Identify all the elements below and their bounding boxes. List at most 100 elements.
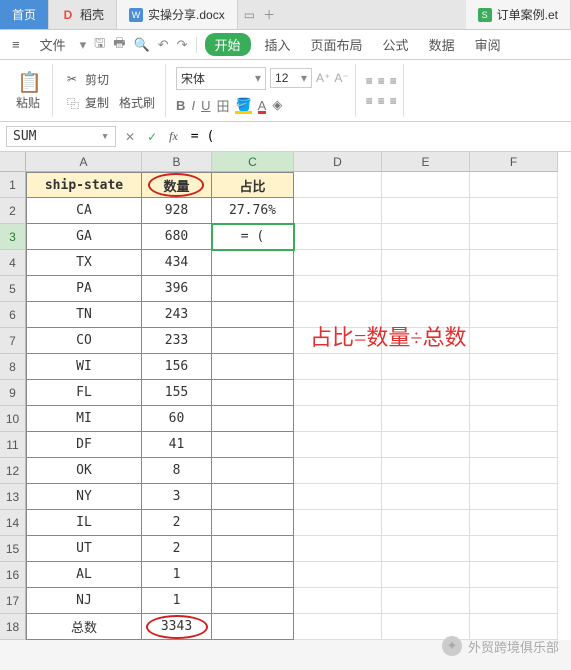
row-header-5[interactable]: 5 [0,276,26,302]
col-header-F[interactable]: F [470,152,558,172]
cell-A8[interactable]: WI [26,354,142,380]
cell-A12[interactable]: OK [26,458,142,484]
align-center-icon[interactable]: ≡ [378,94,385,108]
cell-D18[interactable] [294,614,382,640]
menu-start[interactable]: 开始 [205,33,251,56]
row-header-9[interactable]: 9 [0,380,26,406]
cell-E10[interactable] [382,406,470,432]
cell-D4[interactable] [294,250,382,276]
col-header-C[interactable]: C [212,152,294,172]
cell-D7[interactable] [294,328,382,354]
cell-C8[interactable] [212,354,294,380]
cell-A2[interactable]: CA [26,198,142,224]
cell-B18[interactable]: 3343 [142,614,212,640]
cell-C16[interactable] [212,562,294,588]
cell-F16[interactable] [470,562,558,588]
cell-A7[interactable]: CO [26,328,142,354]
cell-D8[interactable] [294,354,382,380]
cell-E11[interactable] [382,432,470,458]
cell-F9[interactable] [470,380,558,406]
cell-C12[interactable] [212,458,294,484]
cell-D5[interactable] [294,276,382,302]
increase-font-icon[interactable]: A⁺ [316,71,330,85]
cell-C18[interactable] [212,614,294,640]
cell-A16[interactable]: AL [26,562,142,588]
border-button[interactable]: 田 [216,96,229,115]
preview-icon[interactable]: 🔍 [134,37,150,53]
format-painter-label[interactable]: 格式刷 [119,94,155,111]
cell-D15[interactable] [294,536,382,562]
menu-file[interactable]: 文件 [34,33,72,56]
cell-F2[interactable] [470,198,558,224]
cell-C5[interactable] [212,276,294,302]
cell-B15[interactable]: 2 [142,536,212,562]
cell-B1[interactable]: 数量 [142,172,212,198]
align-top-icon[interactable]: ≡ [366,74,373,88]
cell-B7[interactable]: 233 [142,328,212,354]
tab-daoke[interactable]: D 稻壳 [49,0,117,29]
undo-icon[interactable]: ↶ [158,37,169,53]
row-header-4[interactable]: 4 [0,250,26,276]
formula-input[interactable] [187,127,565,146]
bold-button[interactable]: B [176,98,185,113]
cell-C10[interactable] [212,406,294,432]
cell-F8[interactable] [470,354,558,380]
cell-B9[interactable]: 155 [142,380,212,406]
cell-B10[interactable]: 60 [142,406,212,432]
col-header-A[interactable]: A [26,152,142,172]
cell-D10[interactable] [294,406,382,432]
cell-F12[interactable] [470,458,558,484]
font-name-select[interactable]: 宋体 ▾ [176,67,266,90]
col-header-E[interactable]: E [382,152,470,172]
cell-F10[interactable] [470,406,558,432]
cell-E7[interactable] [382,328,470,354]
underline-button[interactable]: U [201,98,210,113]
spreadsheet-grid[interactable]: ABCDEF1ship-state数量占比2CA92827.76%3GA680=… [0,152,571,640]
menu-review[interactable]: 审阅 [469,33,507,56]
save-icon[interactable]: 🖫 [94,34,105,56]
paste-button[interactable]: 📋 粘贴 [10,68,46,113]
cell-B5[interactable]: 396 [142,276,212,302]
align-middle-icon[interactable]: ≡ [378,74,385,88]
cell-B3[interactable]: 680 [142,224,212,250]
cell-E14[interactable] [382,510,470,536]
cell-C11[interactable] [212,432,294,458]
cell-D2[interactable] [294,198,382,224]
menu-data[interactable]: 数据 [423,33,461,56]
cell-D13[interactable] [294,484,382,510]
cell-A17[interactable]: NJ [26,588,142,614]
row-header-6[interactable]: 6 [0,302,26,328]
cell-C17[interactable] [212,588,294,614]
row-header-16[interactable]: 16 [0,562,26,588]
cell-E3[interactable] [382,224,470,250]
row-header-8[interactable]: 8 [0,354,26,380]
cell-A13[interactable]: NY [26,484,142,510]
row-header-3[interactable]: 3 [0,224,26,250]
row-header-11[interactable]: 11 [0,432,26,458]
menu-formula[interactable]: 公式 [377,33,415,56]
cell-B17[interactable]: 1 [142,588,212,614]
cell-D1[interactable] [294,172,382,198]
align-bottom-icon[interactable]: ≡ [390,74,397,88]
cell-C1[interactable]: 占比 [212,172,294,198]
cell-A4[interactable]: TX [26,250,142,276]
cell-C13[interactable] [212,484,294,510]
italic-button[interactable]: I [191,98,195,113]
name-box[interactable]: SUM ▾ [6,126,116,147]
cell-A15[interactable]: UT [26,536,142,562]
cell-E6[interactable] [382,302,470,328]
row-header-12[interactable]: 12 [0,458,26,484]
cell-A18[interactable]: 总数 [26,614,142,640]
cell-D16[interactable] [294,562,382,588]
cell-F15[interactable] [470,536,558,562]
cell-E9[interactable] [382,380,470,406]
cell-E5[interactable] [382,276,470,302]
cell-B6[interactable]: 243 [142,302,212,328]
cell-F3[interactable] [470,224,558,250]
tab-et[interactable]: S 订单案例.et [466,0,571,29]
cell-D3[interactable] [294,224,382,250]
cell-F17[interactable] [470,588,558,614]
cell-E4[interactable] [382,250,470,276]
effects-button[interactable]: ◈ [272,97,282,113]
menu-insert[interactable]: 插入 [259,33,297,56]
